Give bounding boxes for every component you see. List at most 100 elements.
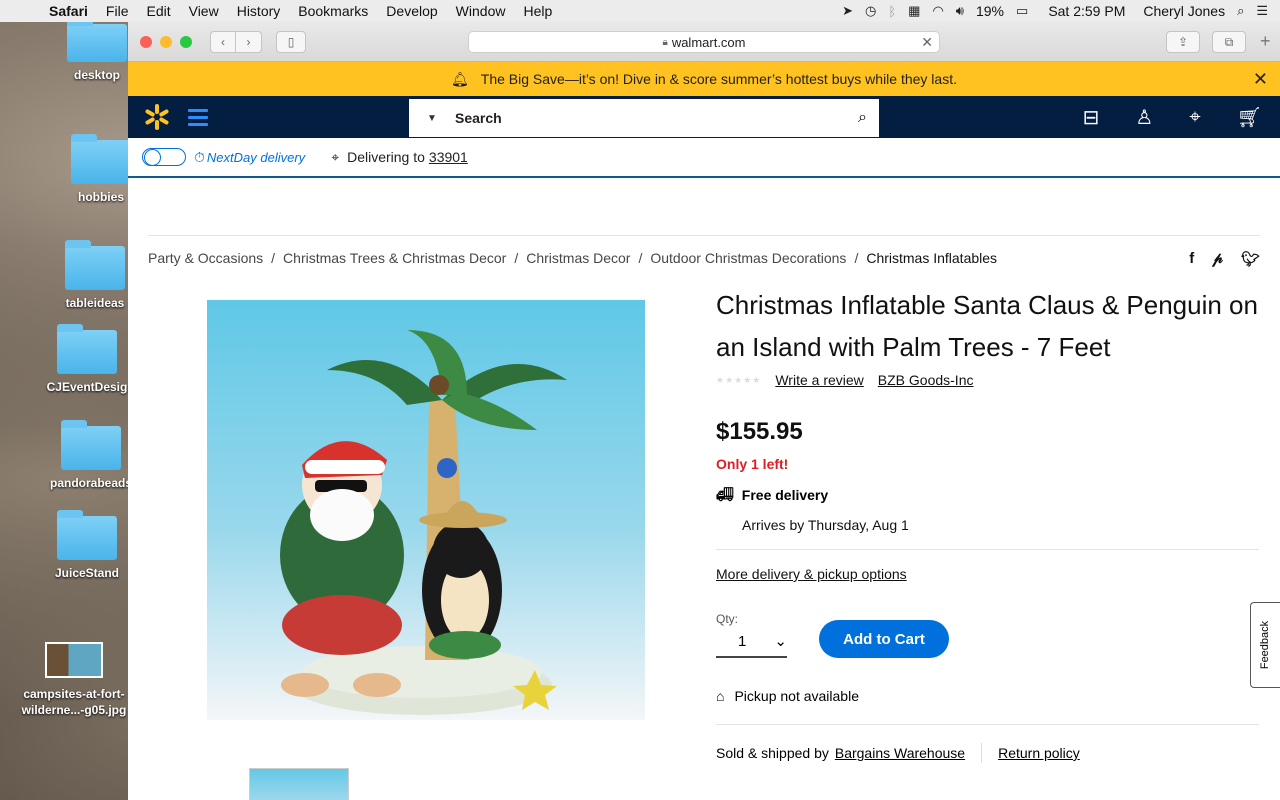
header-actions: ⊟ ♙ ⌖ 🛒︎ [1083,96,1262,138]
menu-history[interactable]: History [228,3,290,19]
qty-value: 1 [738,632,747,650]
notification-center-icon[interactable]: ☰ [1256,3,1268,19]
desktop-icon-label: JuiceStand [54,566,120,580]
minimize-window-button[interactable] [160,35,172,48]
search-icon[interactable]: ⌕ [858,109,867,127]
share-button[interactable]: ⇪ [1166,31,1200,53]
menu-help[interactable]: Help [514,3,561,19]
volume-icon[interactable]: 🔊︎ [956,3,964,19]
desktop-icon-label: campsites-at-fort-wilderne...-g05.jpg [21,687,127,717]
inflatable-illustration [280,330,567,715]
close-banner-icon[interactable]: ✕ [1253,69,1268,90]
facebook-icon[interactable]: f [1189,250,1194,268]
store-location-icon[interactable]: ⌖ [1189,106,1200,129]
qty-dropdown[interactable]: 1 ⌄ [716,626,787,658]
twitter-icon[interactable]: 🐦︎ [1241,250,1260,268]
lock-icon: 🔒︎ [662,36,668,48]
battery-percent: 19% [975,3,1005,19]
pinterest-icon[interactable]: 𝓅 [1212,250,1223,268]
vertical-divider [981,743,983,763]
thumbnail-2[interactable] [409,768,509,800]
more-delivery-options-link[interactable]: More delivery & pickup options [716,566,1259,582]
menu-window[interactable]: Window [447,3,515,19]
reorder-icon[interactable]: ⊟ [1083,105,1100,130]
location-pin-icon: ⌖ [331,148,340,165]
quantity-selector: Qty: 1 ⌄ [716,612,787,658]
section-divider [148,235,1260,236]
breadcrumb-link[interactable]: Outdoor Christmas Decorations [650,250,846,266]
menu-icon[interactable] [188,105,208,130]
menu-bar: Safari File Edit View History Bookmarks … [0,0,1280,22]
back-button[interactable]: ‹ [210,30,236,53]
forward-button[interactable]: › [236,30,262,53]
tabs-overview-button[interactable]: ⧉ [1212,31,1246,53]
add-to-cart-button[interactable]: Add to Cart [819,620,949,658]
menu-app-name[interactable]: Safari [40,3,97,19]
keyboard-icon[interactable]: ▦ [908,3,920,19]
browser-toolbar: ‹ › ▯ 🔒︎ walmart.com ✕ ⇪ ⧉ + [128,22,1280,62]
product-info: Christmas Inflatable Santa Claus & Pengu… [716,284,1259,763]
safari-window: ‹ › ▯ 🔒︎ walmart.com ✕ ⇪ ⧉ + 🔔︎ The Big … [128,22,1280,800]
seller-link[interactable]: Bargains Warehouse [835,745,965,761]
desktop-icon-label: CJEventDesig [46,380,128,394]
promo-text[interactable]: The Big Save—it’s on! Dive in & score su… [481,71,957,87]
zoom-window-button[interactable] [180,35,192,48]
department-dropdown-icon[interactable]: ▼ [409,113,455,124]
folder-icon [57,324,117,374]
breadcrumb-link[interactable]: Party & Occasions [148,250,263,266]
menu-file[interactable]: File [97,3,138,19]
thumbnail-1[interactable] [249,768,349,800]
clock[interactable]: Sat 2:59 PM [1048,3,1125,19]
search-input[interactable]: Search [455,110,502,126]
nextday-toggle[interactable] [142,148,186,166]
truck-icon: 🚚︎ [716,486,734,502]
delivery-location[interactable]: ⌖ Delivering to 33901 [331,149,468,166]
close-window-button[interactable] [140,35,152,48]
write-review-link[interactable]: Write a review [775,372,863,388]
menu-bookmarks[interactable]: Bookmarks [289,3,377,19]
menu-edit[interactable]: Edit [137,3,179,19]
brand-link[interactable]: BZB Goods-Inc [878,372,974,388]
spotlight-icon[interactable]: ⌕ [1237,3,1244,19]
sold-by-label: Sold & shipped by [716,745,829,761]
site-header: ▼ Search ⌕ ⊟ ♙ ⌖ 🛒︎ [128,96,1280,138]
arrival-date: Arrives by Thursday, Aug 1 [742,517,909,533]
folder-icon [67,18,127,62]
breadcrumb-link[interactable]: Christmas Decor [526,250,630,266]
star-rating-icon: ★★★★★ [716,374,762,385]
wifi-icon[interactable]: ◠ [932,3,943,19]
pickup-status: Pickup not available [734,688,859,704]
bluetooth-icon[interactable]: ᛒ [888,4,896,19]
cart-icon[interactable]: 🛒︎ [1237,105,1262,130]
account-icon[interactable]: ♙ [1135,105,1153,130]
promo-banner: 🔔︎ The Big Save—it’s on! Dive in & score… [128,62,1280,96]
desktop-folder-cjeventdesig[interactable]: CJEventDesig [32,324,142,394]
return-policy-link[interactable]: Return policy [998,745,1080,761]
free-delivery-label: Free delivery [741,486,829,503]
user-name[interactable]: Cheryl Jones [1143,3,1225,19]
clear-url-icon[interactable]: ✕ [921,34,933,51]
folder-icon [71,134,131,184]
new-tab-button[interactable]: + [1260,31,1280,52]
delivery-subheader: ⏱ NextDay delivery ⌖ Delivering to 33901 [128,138,1280,178]
menu-develop[interactable]: Develop [377,3,446,19]
address-bar[interactable]: 🔒︎ walmart.com ✕ [468,31,940,53]
walmart-spark-logo[interactable] [144,104,170,130]
product-image[interactable] [207,300,645,720]
desktop-file-campsites-jpg[interactable]: campsites-at-fort-wilderne...-g05.jpg [18,642,130,718]
desktop-folder-juicestand[interactable]: JuiceStand [32,510,142,580]
thumbnail-strip [249,768,509,800]
breadcrumb-link[interactable]: Christmas Trees & Christmas Decor [283,250,506,266]
zip-code-link[interactable]: 33901 [429,149,468,165]
location-arrow-icon[interactable]: ➤ [842,3,853,19]
sidebar-toggle-button[interactable]: ▯ [276,30,306,53]
breadcrumb-current[interactable]: Christmas Inflatables [866,250,997,266]
menu-view[interactable]: View [180,3,228,19]
seller-row: Sold & shipped by Bargains Warehouse Ret… [716,724,1259,763]
free-delivery-row: 🚚︎ Free delivery [716,486,1259,503]
chevron-down-icon: ⌄ [774,633,787,650]
product-title: Christmas Inflatable Santa Claus & Pengu… [716,290,1258,362]
feedback-tab[interactable]: Feedback [1250,602,1280,688]
battery-icon[interactable]: ▭ [1016,3,1028,19]
time-machine-icon[interactable]: ◷ [865,3,876,19]
